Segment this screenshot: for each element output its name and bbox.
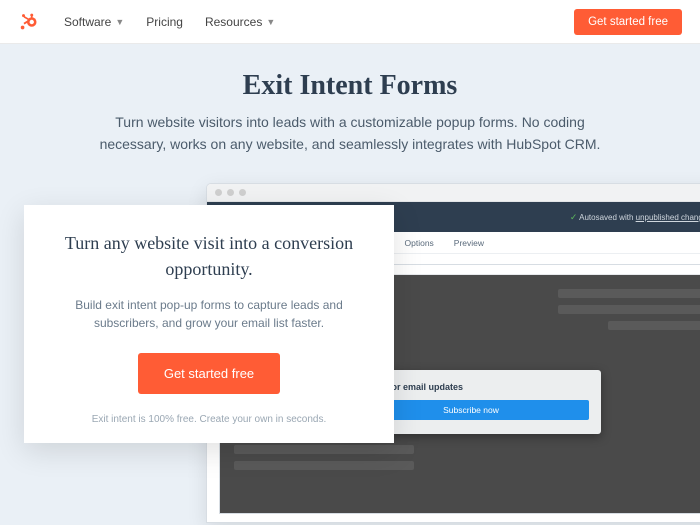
window-dot-icon bbox=[215, 189, 222, 196]
chevron-down-icon: ▼ bbox=[115, 17, 124, 27]
window-dot-icon bbox=[239, 189, 246, 196]
card-body: Build exit intent pop-up forms to captur… bbox=[46, 296, 372, 333]
tab-options[interactable]: Options bbox=[401, 234, 438, 252]
nav-label: Resources bbox=[205, 15, 262, 29]
check-icon: ✓ bbox=[570, 212, 578, 222]
unpublished-changes-link[interactable]: unpublished changes bbox=[636, 213, 700, 222]
placeholder-line bbox=[558, 289, 700, 298]
page-title: Exit Intent Forms bbox=[24, 70, 676, 102]
tab-preview[interactable]: Preview bbox=[450, 234, 488, 252]
card-heading: Turn any website visit into a conversion… bbox=[46, 231, 372, 281]
hubspot-logo[interactable] bbox=[18, 11, 40, 33]
nav-label: Software bbox=[64, 15, 111, 29]
nav-software[interactable]: Software ▼ bbox=[64, 15, 124, 29]
placeholder-line bbox=[234, 461, 414, 470]
card-cta-button[interactable]: Get started free bbox=[138, 353, 280, 394]
nav-pricing[interactable]: Pricing bbox=[146, 15, 183, 29]
nav-label: Pricing bbox=[146, 15, 183, 29]
page-subtitle: Turn website visitors into leads with a … bbox=[90, 112, 610, 155]
window-dot-icon bbox=[227, 189, 234, 196]
placeholder-line bbox=[234, 445, 414, 454]
chevron-down-icon: ▼ bbox=[266, 17, 275, 27]
window-chrome bbox=[207, 184, 700, 202]
card-fineprint: Exit intent is 100% free. Create your ow… bbox=[46, 414, 372, 425]
autosave-status: ✓ Autosaved with unpublished changes ▾ bbox=[570, 212, 700, 223]
get-started-button[interactable]: Get started free bbox=[574, 9, 682, 35]
promo-card: Turn any website visit into a conversion… bbox=[24, 205, 394, 443]
nav-resources[interactable]: Resources ▼ bbox=[205, 15, 275, 29]
placeholder-line bbox=[608, 321, 700, 330]
placeholder-line bbox=[558, 305, 700, 314]
